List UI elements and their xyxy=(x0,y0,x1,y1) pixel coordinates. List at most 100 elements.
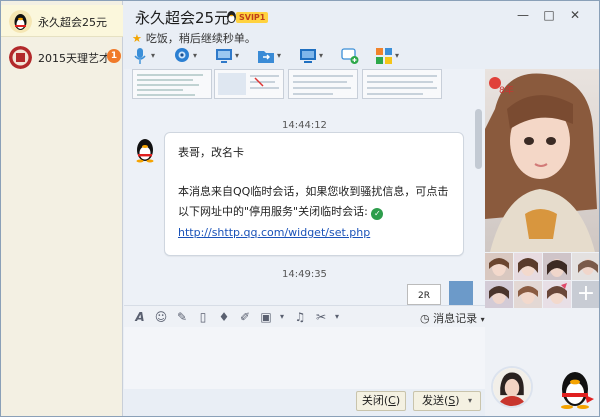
qq-penguin-avatar[interactable] xyxy=(132,137,158,163)
chevron-down-icon: ▾ xyxy=(480,315,485,324)
magic-icon[interactable]: ✎ xyxy=(174,309,190,325)
screenshot-preview xyxy=(137,74,203,96)
screenshot-thumbnail[interactable] xyxy=(132,69,212,99)
microphone-icon xyxy=(134,48,146,64)
input-toolbar: A ☺ ✎ ▯ ♦ ✐ ▣ ▾ ♫ ✂ ▾ ◷ 消息记录 ▾ xyxy=(124,305,485,327)
font-icon[interactable]: A xyxy=(132,309,148,325)
chevron-down-icon: ▾ xyxy=(235,51,240,60)
message-bubble: 表哥，改名卡 本消息来自QQ临时会话，如果您收到骚扰信息，可点击以下网址中的"停… xyxy=(164,132,464,256)
session-item-1[interactable]: 永久超会25元 xyxy=(1,5,123,37)
apps-icon xyxy=(376,48,392,64)
session-name: 2015天理艺才 xyxy=(38,52,108,65)
qq-penguin-icon[interactable] xyxy=(553,369,597,409)
timestamp: 14:44:12 xyxy=(282,120,327,131)
shake-icon[interactable]: ▯ xyxy=(195,309,211,325)
emoji-icon[interactable]: ☺ xyxy=(153,309,169,325)
send-key: S xyxy=(448,394,456,407)
voice-call-button[interactable]: ▾ xyxy=(129,45,163,67)
clock-icon: ◷ xyxy=(420,312,430,325)
apps-button[interactable]: ▾ xyxy=(373,45,407,67)
chevron-down-icon: ▾ xyxy=(151,51,156,60)
close-window-button[interactable]: ✕ xyxy=(567,7,583,23)
remote-desktop-button[interactable]: ▾ xyxy=(297,45,331,67)
screenshot-thumbnail[interactable] xyxy=(362,69,442,99)
mini-image[interactable] xyxy=(449,281,473,305)
message-input[interactable] xyxy=(124,327,485,389)
chat-window: 永久超会25元 2015天理艺才 1 永久超会25元 SVIP1 ★ 吃饭，稍后继… xyxy=(0,0,600,417)
photo-thumb[interactable] xyxy=(514,253,542,280)
profile-photo[interactable]: 8年 xyxy=(485,69,600,252)
qq-penguin-avatar xyxy=(9,10,32,33)
maximize-button[interactable]: □ xyxy=(541,7,557,23)
photo-thumb[interactable] xyxy=(485,281,513,308)
minimize-button[interactable]: — xyxy=(515,7,531,23)
screenshot-thumbnail[interactable] xyxy=(288,69,358,99)
history-label: 消息记录 xyxy=(433,312,478,325)
timestamp: 14:49:35 xyxy=(282,269,327,280)
status-text: 吃饭，稍后继续秒单。 xyxy=(145,32,256,45)
close-key: C xyxy=(388,394,396,407)
group-avatar xyxy=(9,46,32,69)
screenshot-preview xyxy=(293,75,353,95)
unread-badge: 1 xyxy=(107,49,121,63)
send-label: 发送 xyxy=(422,394,444,407)
chevron-down-icon[interactable]: ▾ xyxy=(274,309,290,325)
screenshot-preview xyxy=(367,75,437,95)
close-label: 关闭 xyxy=(361,394,384,407)
add-photo-button[interactable]: + xyxy=(572,281,599,308)
add-chat-button[interactable] xyxy=(339,45,373,67)
screen-share-button[interactable]: ▾ xyxy=(213,45,247,67)
chevron-down-icon: ▾ xyxy=(319,51,324,60)
video-camera-icon xyxy=(175,48,189,62)
widget-link[interactable]: http://shttp.qq.com/widget/set.php xyxy=(178,226,370,239)
remote-desktop-icon xyxy=(300,49,316,63)
chevron-down-icon[interactable]: ▾ xyxy=(329,309,345,325)
chat-scrollbar[interactable] xyxy=(475,109,482,169)
file-transfer-icon xyxy=(258,51,274,63)
profile-panel: 8年 + xyxy=(485,69,600,416)
screenshot-thumbnail[interactable] xyxy=(214,69,284,99)
video-call-button[interactable]: ▾ xyxy=(171,45,205,67)
photo-thumb[interactable] xyxy=(572,253,600,280)
star-icon: ★ xyxy=(132,32,142,45)
send-button[interactable]: 发送(S) ▾ xyxy=(413,391,481,411)
close-button[interactable]: 关闭(C) xyxy=(356,391,406,411)
edit-icon[interactable]: ✐ xyxy=(237,309,253,325)
window-controls: — □ ✕ xyxy=(515,7,591,23)
chevron-down-icon: ▾ xyxy=(193,51,198,60)
chevron-down-icon[interactable]: ▾ xyxy=(468,392,472,410)
mini-thumbnail[interactable]: 2R xyxy=(407,284,441,305)
svip-badge[interactable]: SVIP1 xyxy=(225,10,275,24)
message-area: 14:44:12 表哥，改名卡 本消息来自QQ临时会话，如果您收到骚扰信息，可点… xyxy=(124,69,485,305)
session-list: 永久超会25元 2015天理艺才 1 xyxy=(1,1,123,416)
notice-text: 本消息来自QQ临时会话，如果您收到骚扰信息，可点击以下网址中的"停用服务"关闭临… xyxy=(178,185,449,218)
chevron-down-icon: ▾ xyxy=(277,51,282,60)
music-icon[interactable]: ♫ xyxy=(292,309,308,325)
photo-thumb[interactable] xyxy=(543,281,571,308)
screenshot-preview xyxy=(218,73,279,95)
session-item-2[interactable]: 2015天理艺才 1 xyxy=(1,41,123,73)
history-button[interactable]: ◷ 消息记录 ▾ xyxy=(420,310,485,326)
chat-title: 永久超会25元 xyxy=(135,9,230,27)
chevron-down-icon: ▾ xyxy=(395,51,400,60)
photo-thumb[interactable] xyxy=(485,253,513,280)
shield-icon: ✓ xyxy=(371,208,384,220)
shared-screenshots xyxy=(124,69,474,99)
system-notice: 本消息来自QQ临时会话，如果您收到骚扰信息，可点击以下网址中的"停用服务"关闭临… xyxy=(178,182,454,222)
voice-icon[interactable]: ♦ xyxy=(216,309,232,325)
image-icon[interactable]: ▣ xyxy=(258,309,274,325)
scissors-icon[interactable]: ✂ xyxy=(313,309,329,325)
screen-share-icon xyxy=(216,49,232,63)
chat-toolbar: ▾ ▾ ▾ ▾ ▾ ▾ xyxy=(127,45,487,67)
photo-thumb[interactable] xyxy=(514,281,542,308)
status-message: ★ 吃饭，稍后继续秒单。 xyxy=(132,30,256,46)
session-name: 永久超会25元 xyxy=(38,16,107,29)
add-chat-icon xyxy=(341,48,359,64)
photo-thumbnails: + xyxy=(485,253,600,309)
file-transfer-button[interactable]: ▾ xyxy=(255,45,289,67)
svip-tag: SVIP1 xyxy=(236,12,269,23)
mini-label: 2R xyxy=(418,291,430,301)
user-avatar[interactable] xyxy=(491,366,533,408)
profile-badge: 8年 xyxy=(499,84,514,96)
photo-thumb[interactable] xyxy=(543,253,571,280)
